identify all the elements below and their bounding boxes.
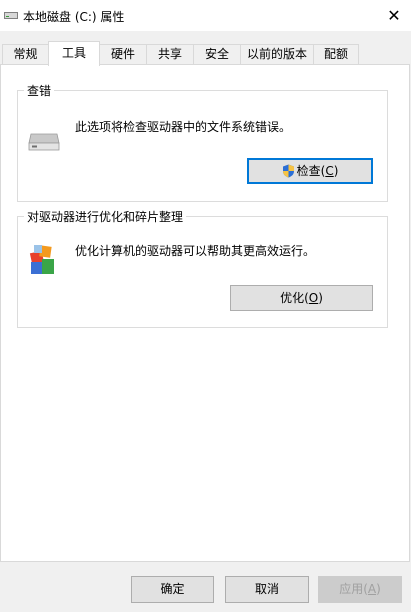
tab-security-label: 安全 <box>204 47 229 61</box>
ok-button[interactable]: 确定 <box>131 576 214 603</box>
ok-button-label: 确定 <box>160 582 185 596</box>
cancel-button[interactable]: 取消 <box>225 576 309 603</box>
window-title: 本地磁盘 (C:) 属性 <box>23 10 125 24</box>
check-button[interactable]: 检查(C) <box>247 158 373 184</box>
tab-tools-label: 工具 <box>61 46 86 60</box>
optimize-button-mnemonic: O <box>308 291 319 305</box>
check-button-label: 检查 <box>296 164 321 178</box>
apply-button-mnemonic: A <box>367 582 377 596</box>
apply-button[interactable]: 应用(A) <box>318 576 402 603</box>
title-bar: 本地磁盘 (C:) 属性 ✕ <box>0 0 411 31</box>
tab-quota-label: 配额 <box>323 47 348 61</box>
hard-drive-icon <box>28 133 60 151</box>
tab-previous-versions[interactable]: 以前的版本 <box>240 44 314 64</box>
optimize-group: 对驱动器进行优化和碎片整理 优化计算机的驱动器可以帮助其更高效运行。 优化(O) <box>17 208 388 328</box>
close-button[interactable]: ✕ <box>377 0 411 31</box>
tab-previous-versions-label: 以前的版本 <box>246 47 307 61</box>
apply-button-label: 应用 <box>339 582 364 596</box>
tab-security[interactable]: 安全 <box>193 44 241 64</box>
defrag-icon <box>29 245 54 274</box>
tab-sharing[interactable]: 共享 <box>146 44 194 64</box>
drive-icon <box>4 12 18 19</box>
tab-sharing-label: 共享 <box>157 47 182 61</box>
tab-tools[interactable]: 工具 <box>48 41 100 66</box>
check-button-mnemonic: C <box>325 164 334 178</box>
tab-hardware[interactable]: 硬件 <box>99 44 147 64</box>
error-checking-group: 查错 此选项将检查驱动器中的文件系统错误。 检查(C) <box>17 82 388 202</box>
error-checking-description: 此选项将检查驱动器中的文件系统错误。 <box>75 120 292 134</box>
tools-panel: 查错 此选项将检查驱动器中的文件系统错误。 检查(C) 对驱动器进行优化和碎片整… <box>0 64 410 562</box>
optimize-description: 优化计算机的驱动器可以帮助其更高效运行。 <box>75 244 316 258</box>
uac-shield-icon <box>282 164 294 178</box>
tab-bar: 常规 工具 硬件 共享 安全 以前的版本 配额 <box>0 41 411 66</box>
tab-quota[interactable]: 配额 <box>313 44 359 64</box>
tab-hardware-label: 硬件 <box>110 47 135 61</box>
tab-general-label: 常规 <box>13 47 38 61</box>
tab-general[interactable]: 常规 <box>2 44 49 64</box>
optimize-button-label: 优化 <box>280 291 305 305</box>
cancel-button-label: 取消 <box>254 582 279 596</box>
close-icon: ✕ <box>387 6 401 25</box>
optimize-button[interactable]: 优化(O) <box>230 285 373 311</box>
error-checking-title: 查错 <box>24 82 55 99</box>
optimize-title: 对驱动器进行优化和碎片整理 <box>24 208 187 225</box>
